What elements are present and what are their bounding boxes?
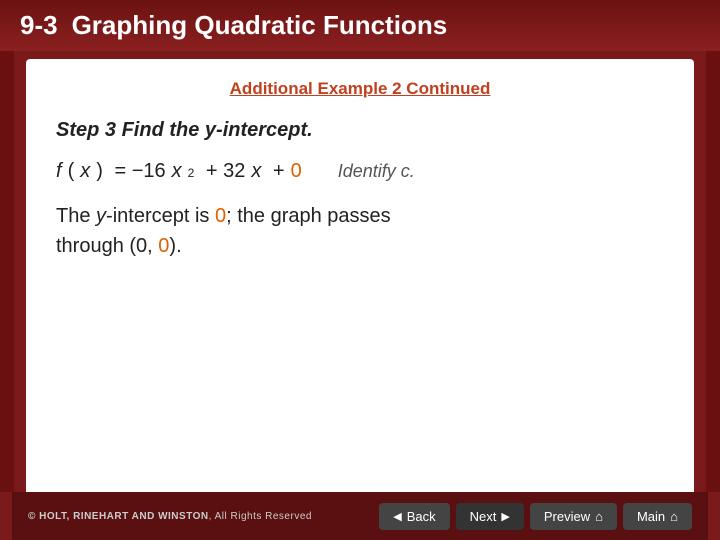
left-bar: [0, 51, 14, 492]
result-through: through (0,: [56, 235, 158, 257]
subtitle: Additional Example 2 Continued: [56, 79, 664, 99]
back-button[interactable]: ◀ Back: [379, 503, 449, 530]
result-y: y: [96, 205, 106, 227]
copyright-text: © HOLT, RINEHART AND WINSTON, All Rights…: [28, 511, 312, 522]
eq-plus32: + 32: [200, 160, 245, 183]
identify-label: Identify c.: [338, 161, 415, 182]
header-bar: 9-3 Graphing Quadratic Functions: [0, 0, 720, 51]
eq-super: 2: [188, 166, 195, 180]
main-label: Main: [637, 509, 665, 524]
fx-label: f: [56, 160, 62, 183]
result-the: The: [56, 205, 96, 227]
lesson-number: 9-3: [20, 10, 58, 41]
equation-line: f(x) = −16x2 + 32x + 0 Identify c.: [56, 160, 664, 183]
content-area: Additional Example 2 Continued Step 3 Fi…: [26, 59, 694, 492]
back-arrow-icon: ◀: [393, 510, 401, 523]
eq-x: x: [80, 160, 90, 183]
nav-buttons: ◀ Back Next ▶ Preview ⌂ Main ⌂: [379, 503, 692, 530]
result-intercept-text: -intercept is: [106, 205, 215, 227]
result-text: The y-intercept is 0; the graph passes t…: [56, 201, 664, 261]
eq-equals: = −16: [109, 160, 166, 183]
step-heading: Step 3 Find the y-intercept.: [56, 119, 664, 142]
main-icon: ⌂: [670, 509, 678, 524]
main-button[interactable]: Main ⌂: [623, 503, 692, 530]
preview-label: Preview: [544, 509, 590, 524]
preview-icon: ⌂: [595, 509, 603, 524]
right-bar: [706, 51, 720, 492]
preview-button[interactable]: Preview ⌂: [530, 503, 617, 530]
eq-plus: +: [267, 160, 284, 183]
eq-zero: 0: [291, 160, 302, 183]
outer-container: 9-3 Graphing Quadratic Functions Additio…: [0, 0, 720, 540]
result-paren-end: ).: [169, 235, 181, 257]
result-through-zero: 0: [158, 235, 169, 257]
footer: © HOLT, RINEHART AND WINSTON, All Rights…: [12, 492, 708, 540]
header-title: Graphing Quadratic Functions: [72, 10, 448, 41]
next-button[interactable]: Next ▶: [456, 503, 524, 530]
result-zero: 0: [215, 205, 226, 227]
next-label: Next: [470, 509, 497, 524]
eq-paren-open: (: [68, 160, 75, 183]
next-arrow-icon: ▶: [501, 510, 509, 523]
content-wrapper: Additional Example 2 Continued Step 3 Fi…: [0, 51, 720, 492]
eq-x-var: x: [251, 160, 261, 183]
result-semicolon: ; the graph passes: [226, 205, 391, 227]
eq-x2: x: [172, 160, 182, 183]
eq-paren-close: ): [96, 160, 103, 183]
back-label: Back: [407, 509, 436, 524]
